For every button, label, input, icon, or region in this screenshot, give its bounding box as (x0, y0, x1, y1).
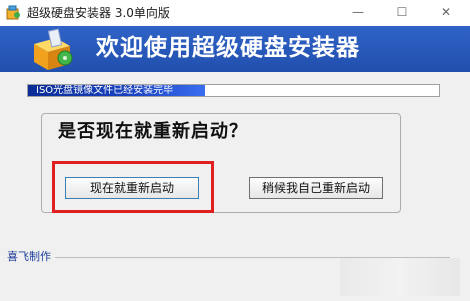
progress-status-text: ISO光盘镜像文件已经安装完毕 (36, 85, 174, 96)
close-button[interactable]: ✕ (424, 0, 468, 26)
banner-title: 欢迎使用超级硬盘安装器 (96, 35, 360, 61)
header-banner: 欢迎使用超级硬盘安装器 (0, 26, 470, 72)
installer-window: 超级硬盘安装器 3.0单向版 — ☐ ✕ 欢迎使用超级硬盘安装器 ISO光盘镜像… (0, 0, 470, 301)
restart-question: 是否现在就重新启动？ (58, 121, 248, 142)
window-title: 超级硬盘安装器 3.0单向版 (27, 6, 170, 20)
title-bar[interactable]: 超级硬盘安装器 3.0单向版 — ☐ ✕ (0, 0, 470, 27)
app-icon (6, 5, 20, 20)
minimize-button[interactable]: — (336, 0, 380, 26)
maximize-button[interactable]: ☐ (380, 0, 424, 26)
installer-box-icon (34, 28, 73, 70)
restart-now-button[interactable]: 现在就重新启动 (65, 177, 199, 199)
install-progress-bar: ISO光盘镜像文件已经安装完毕 (27, 84, 440, 97)
restart-later-button[interactable]: 稍候我自己重新启动 (249, 177, 383, 199)
credit-text: 喜飞制作 (7, 250, 51, 263)
blurred-watermark (340, 258, 460, 296)
